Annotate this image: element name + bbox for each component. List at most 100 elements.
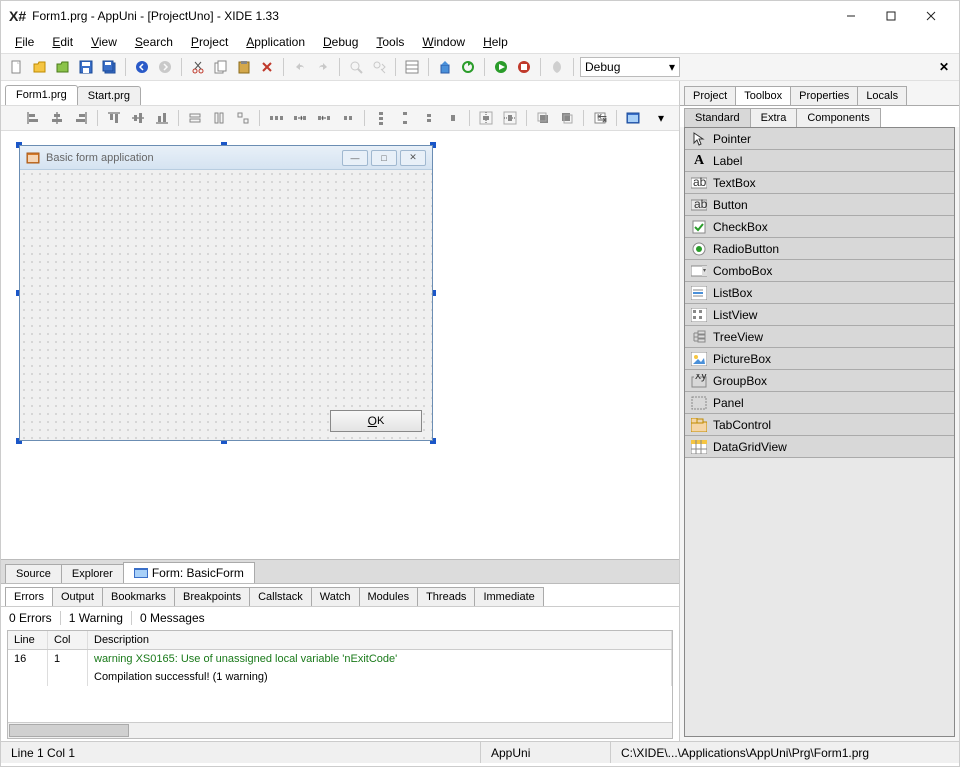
align-right-icon[interactable] bbox=[71, 109, 91, 127]
forward-icon[interactable] bbox=[155, 57, 175, 77]
col-desc[interactable]: Description bbox=[88, 631, 672, 649]
tab-modules[interactable]: Modules bbox=[359, 587, 419, 606]
redo-icon[interactable] bbox=[313, 57, 333, 77]
undo-icon[interactable] bbox=[290, 57, 310, 77]
open-project-icon[interactable] bbox=[53, 57, 73, 77]
build-icon[interactable] bbox=[435, 57, 455, 77]
toolbox-picturebox[interactable]: PictureBox bbox=[685, 348, 954, 370]
config-combo[interactable]: Debug ▾ bbox=[580, 57, 680, 77]
tab-watch[interactable]: Watch bbox=[311, 587, 360, 606]
center-h-icon[interactable] bbox=[476, 109, 496, 127]
delete-icon[interactable] bbox=[257, 57, 277, 77]
menu-application[interactable]: Application bbox=[238, 33, 313, 51]
new-file-icon[interactable] bbox=[7, 57, 27, 77]
tab-form-designer[interactable]: Form: BasicForm bbox=[123, 562, 255, 583]
toolbox-listbox[interactable]: ListBox bbox=[685, 282, 954, 304]
maximize-button[interactable] bbox=[871, 2, 911, 30]
tab-project[interactable]: Project bbox=[684, 86, 736, 105]
tab-threads[interactable]: Threads bbox=[417, 587, 475, 606]
paste-icon[interactable] bbox=[234, 57, 254, 77]
error-row[interactable]: 16 1 warning XS0165: Use of unassigned l… bbox=[8, 650, 672, 668]
h-space-equal-icon[interactable] bbox=[266, 109, 286, 127]
horizontal-scrollbar[interactable] bbox=[8, 722, 672, 738]
menu-window[interactable]: Window bbox=[414, 33, 473, 51]
send-back-icon[interactable] bbox=[557, 109, 577, 127]
tab-form1[interactable]: Form1.prg bbox=[5, 85, 78, 105]
align-middle-icon[interactable] bbox=[128, 109, 148, 127]
toolbox-checkbox[interactable]: CheckBox bbox=[685, 216, 954, 238]
v-space-equal-icon[interactable] bbox=[371, 109, 391, 127]
design-form[interactable]: Basic form application — □ ✕ OK bbox=[19, 145, 433, 441]
tab-bookmarks[interactable]: Bookmarks bbox=[102, 587, 175, 606]
tab-explorer[interactable]: Explorer bbox=[61, 564, 124, 583]
toolbox-treeview[interactable]: TreeView bbox=[685, 326, 954, 348]
minimize-button[interactable] bbox=[831, 2, 871, 30]
copy-icon[interactable] bbox=[211, 57, 231, 77]
subtab-standard[interactable]: Standard bbox=[684, 108, 751, 127]
back-icon[interactable] bbox=[132, 57, 152, 77]
tab-immediate[interactable]: Immediate bbox=[474, 587, 543, 606]
design-form-body[interactable]: OK bbox=[20, 170, 432, 440]
run-icon[interactable] bbox=[491, 57, 511, 77]
align-top-icon[interactable] bbox=[104, 109, 124, 127]
cut-icon[interactable] bbox=[188, 57, 208, 77]
v-space-inc-icon[interactable] bbox=[395, 109, 415, 127]
ok-button[interactable]: OK bbox=[330, 410, 422, 432]
find-icon[interactable] bbox=[346, 57, 366, 77]
h-space-remove-icon[interactable] bbox=[338, 109, 358, 127]
form-minimize-icon[interactable]: — bbox=[342, 150, 368, 166]
menu-tools[interactable]: Tools bbox=[368, 33, 412, 51]
error-row[interactable]: Compilation successful! (1 warning) bbox=[8, 668, 672, 686]
toolbox-combobox[interactable]: ComboBox bbox=[685, 260, 954, 282]
properties-icon[interactable] bbox=[402, 57, 422, 77]
toolbox-label[interactable]: ALabel bbox=[685, 150, 954, 172]
form-maximize-icon[interactable]: □ bbox=[371, 150, 397, 166]
breakpoint-icon[interactable] bbox=[547, 57, 567, 77]
subtab-extra[interactable]: Extra bbox=[750, 108, 798, 127]
toolbox-panel[interactable]: Panel bbox=[685, 392, 954, 414]
menu-view[interactable]: View bbox=[83, 33, 125, 51]
tab-source[interactable]: Source bbox=[5, 564, 62, 583]
bring-front-icon[interactable] bbox=[533, 109, 553, 127]
tab-order-icon[interactable]: ↹ bbox=[590, 109, 610, 127]
same-height-icon[interactable] bbox=[209, 109, 229, 127]
menu-debug[interactable]: Debug bbox=[315, 33, 366, 51]
align-bottom-icon[interactable] bbox=[152, 109, 172, 127]
center-v-icon[interactable] bbox=[500, 109, 520, 127]
tab-callstack[interactable]: Callstack bbox=[249, 587, 312, 606]
design-canvas[interactable]: Basic form application — □ ✕ OK bbox=[1, 131, 679, 559]
align-left-icon[interactable] bbox=[23, 109, 43, 127]
same-size-icon[interactable] bbox=[233, 109, 253, 127]
toolbox-tabcontrol[interactable]: TabControl bbox=[685, 414, 954, 436]
v-space-dec-icon[interactable] bbox=[419, 109, 439, 127]
menu-project[interactable]: Project bbox=[183, 33, 236, 51]
tab-start[interactable]: Start.prg bbox=[77, 86, 141, 105]
col-col[interactable]: Col bbox=[48, 631, 88, 649]
toolbox-datagridview[interactable]: DataGridView bbox=[685, 436, 954, 458]
menu-help[interactable]: Help bbox=[475, 33, 516, 51]
tab-breakpoints[interactable]: Breakpoints bbox=[174, 587, 250, 606]
same-width-icon[interactable] bbox=[185, 109, 205, 127]
tab-toolbox[interactable]: Toolbox bbox=[735, 86, 791, 105]
tab-errors[interactable]: Errors bbox=[5, 587, 53, 606]
form-close-icon[interactable]: ✕ bbox=[400, 150, 426, 166]
tab-output[interactable]: Output bbox=[52, 587, 103, 606]
toolbox-groupbox[interactable]: xyGroupBox bbox=[685, 370, 954, 392]
h-space-dec-icon[interactable] bbox=[314, 109, 334, 127]
stop-icon[interactable] bbox=[514, 57, 534, 77]
rebuild-icon[interactable] bbox=[458, 57, 478, 77]
toolbox-radiobutton[interactable]: RadioButton bbox=[685, 238, 954, 260]
toolbox-button[interactable]: abButton bbox=[685, 194, 954, 216]
align-center-h-icon[interactable] bbox=[47, 109, 67, 127]
test-form-icon[interactable] bbox=[623, 109, 643, 127]
tab-props[interactable]: Properties bbox=[790, 86, 858, 105]
save-icon[interactable] bbox=[76, 57, 96, 77]
h-space-inc-icon[interactable] bbox=[290, 109, 310, 127]
close-button[interactable] bbox=[911, 2, 951, 30]
subtab-components[interactable]: Components bbox=[796, 108, 880, 127]
toolbox-textbox[interactable]: ablTextBox bbox=[685, 172, 954, 194]
tab-locals[interactable]: Locals bbox=[857, 86, 907, 105]
save-all-icon[interactable] bbox=[99, 57, 119, 77]
toolbox-pointer[interactable]: Pointer bbox=[685, 128, 954, 150]
menu-search[interactable]: Search bbox=[127, 33, 181, 51]
